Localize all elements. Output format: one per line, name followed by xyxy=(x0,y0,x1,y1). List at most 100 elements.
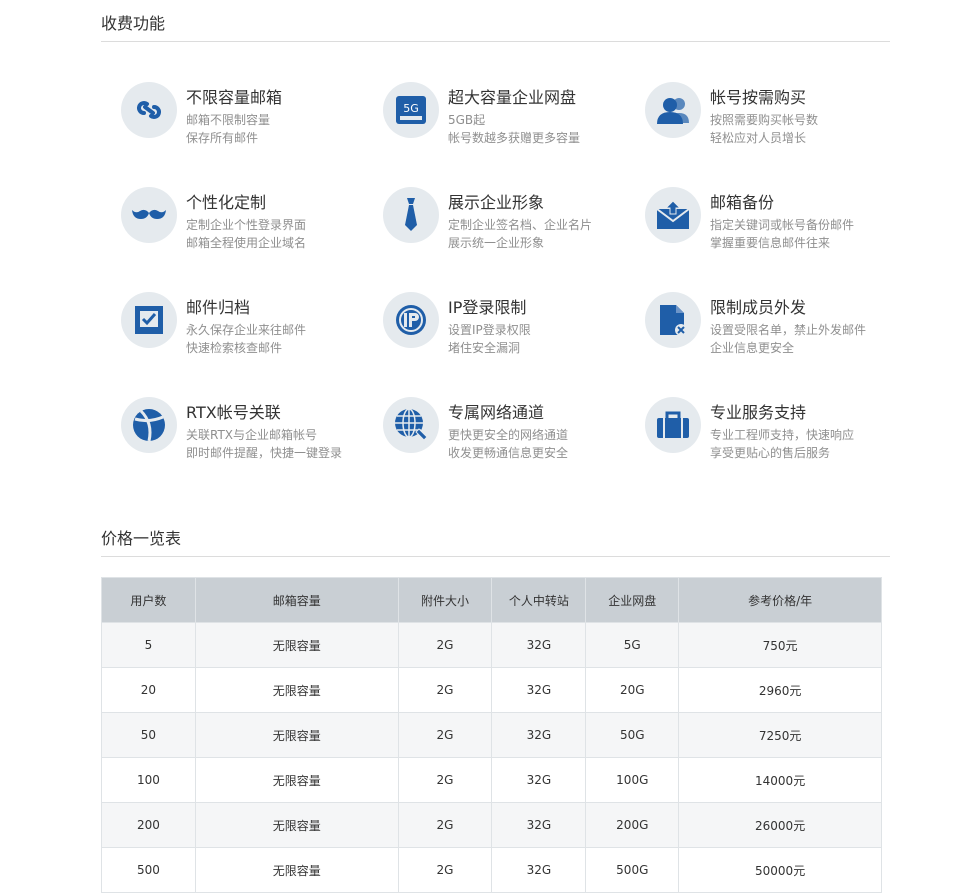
feature-desc: 永久保存企业来往邮件 xyxy=(186,323,307,337)
feature-dedicated-network: 专属网络通道 更快更安全的网络通道 收发更畅通信息更安全 xyxy=(383,397,633,467)
archive-check-icon xyxy=(121,292,177,348)
feature-title: IP登录限制 xyxy=(448,298,527,317)
drive-icon-label: 5G xyxy=(403,102,419,115)
cell-users: 500 xyxy=(101,847,196,893)
feature-desc: 更快更安全的网络通道 xyxy=(448,428,569,442)
cell-capacity: 无限容量 xyxy=(194,847,399,893)
feature-title: 不限容量邮箱 xyxy=(186,88,283,107)
feature-desc: 关联RTX与企业邮箱帐号 xyxy=(186,428,318,442)
cell-price: 7250元 xyxy=(678,712,882,758)
cell-attachment: 2G xyxy=(397,667,493,713)
feature-title: 限制成员外发 xyxy=(710,298,807,317)
header-mailbox-capacity: 邮箱容量 xyxy=(194,577,399,623)
feature-desc: 即时邮件提醒，快捷一键登录 xyxy=(186,446,343,460)
cell-price: 2960元 xyxy=(678,667,882,713)
feature-rtx-link: RTX帐号关联 关联RTX与企业邮箱帐号 即时邮件提醒，快捷一键登录 xyxy=(121,397,371,467)
link-icon xyxy=(121,82,177,138)
cell-users: 100 xyxy=(101,757,196,803)
cell-drive: 100G xyxy=(585,757,680,803)
cell-price: 14000元 xyxy=(678,757,882,803)
feature-title: 专属网络通道 xyxy=(448,403,545,422)
table-header-row: 用户数 邮箱容量 附件大小 个人中转站 企业网盘 参考价格/年 xyxy=(101,577,882,623)
feature-mail-backup: 邮箱备份 指定关键词或帐号备份邮件 掌握重要信息邮件往来 xyxy=(645,187,895,257)
tie-icon xyxy=(383,187,439,243)
feature-desc: 指定关键词或帐号备份邮件 xyxy=(710,218,855,232)
cell-capacity: 无限容量 xyxy=(194,757,399,803)
briefcase-icon xyxy=(645,397,701,453)
header-enterprise-drive: 企业网盘 xyxy=(585,577,680,623)
feature-title: 超大容量企业网盘 xyxy=(448,88,577,107)
section-title-paid-features: 收费功能 xyxy=(101,14,166,33)
table-row: 500 无限容量 2G 32G 500G 50000元 xyxy=(101,847,882,893)
feature-title: 帐号按需购买 xyxy=(710,88,807,107)
feature-title: 邮箱备份 xyxy=(710,193,775,212)
feature-desc: 设置IP登录权限 xyxy=(448,323,531,337)
feature-desc: 专业工程师支持，快速响应 xyxy=(710,428,855,442)
cell-users: 200 xyxy=(101,802,196,848)
feature-desc: 展示统一企业形象 xyxy=(448,236,545,250)
cell-capacity: 无限容量 xyxy=(194,667,399,713)
feature-mail-archive: 邮件归档 永久保存企业来往邮件 快速检索核查邮件 xyxy=(121,292,371,362)
price-table: 用户数 邮箱容量 附件大小 个人中转站 企业网盘 参考价格/年 5 无限容量 2… xyxy=(101,577,882,893)
rtx-ball-icon xyxy=(121,397,177,453)
cell-users: 20 xyxy=(101,667,196,713)
feature-customization: 个性化定制 定制企业个性登录界面 邮箱全程使用企业域名 xyxy=(121,187,371,257)
section-divider xyxy=(101,41,890,42)
cell-transfer: 32G xyxy=(491,802,587,848)
feature-title: 邮件归档 xyxy=(186,298,251,317)
header-transfer-station: 个人中转站 xyxy=(491,577,587,623)
header-price: 参考价格/年 xyxy=(678,577,882,623)
feature-desc: 收发更畅通信息更安全 xyxy=(448,446,569,460)
cell-transfer: 32G xyxy=(491,712,587,758)
table-row: 50 无限容量 2G 32G 50G 7250元 xyxy=(101,712,882,758)
mustache-icon xyxy=(121,187,177,243)
feature-desc: 定制企业个性登录界面 xyxy=(186,218,307,232)
feature-title: RTX帐号关联 xyxy=(186,403,281,422)
feature-professional-support: 专业服务支持 专业工程师支持，快速响应 享受更贴心的售后服务 xyxy=(645,397,895,467)
feature-title: 个性化定制 xyxy=(186,193,267,212)
feature-desc: 帐号数越多获赠更多容量 xyxy=(448,131,581,145)
table-row: 200 无限容量 2G 32G 200G 26000元 xyxy=(101,802,882,848)
cell-users: 5 xyxy=(101,622,196,668)
table-row: 100 无限容量 2G 32G 100G 14000元 xyxy=(101,757,882,803)
cell-capacity: 无限容量 xyxy=(194,622,399,668)
cell-capacity: 无限容量 xyxy=(194,802,399,848)
users-icon xyxy=(645,82,701,138)
feature-unlimited-mailbox: 不限容量邮箱 邮箱不限制容量 保存所有邮件 xyxy=(121,82,371,152)
feature-desc: 企业信息更安全 xyxy=(710,341,795,355)
feature-desc: 5GB起 xyxy=(448,113,486,127)
cell-price: 26000元 xyxy=(678,802,882,848)
feature-desc: 按照需要购买帐号数 xyxy=(710,113,819,127)
file-block-icon xyxy=(645,292,701,348)
cell-transfer: 32G xyxy=(491,847,587,893)
mail-backup-icon xyxy=(645,187,701,243)
cell-drive: 5G xyxy=(585,622,680,668)
globe-wrench-icon xyxy=(383,397,439,453)
feature-title: 专业服务支持 xyxy=(710,403,807,422)
feature-desc: 掌握重要信息邮件往来 xyxy=(710,236,831,250)
cell-attachment: 2G xyxy=(397,622,493,668)
feature-desc: 设置受限名单，禁止外发邮件 xyxy=(710,323,867,337)
header-users: 用户数 xyxy=(101,577,196,623)
cell-users: 50 xyxy=(101,712,196,758)
header-attachment-size: 附件大小 xyxy=(397,577,493,623)
feature-title: 展示企业形象 xyxy=(448,193,545,212)
feature-ip-restriction: IP登录限制 设置IP登录权限 堵住安全漏洞 xyxy=(383,292,633,362)
cell-transfer: 32G xyxy=(491,622,587,668)
cell-drive: 50G xyxy=(585,712,680,758)
section-divider xyxy=(101,556,890,557)
feature-desc: 快速检索核查邮件 xyxy=(186,341,283,355)
feature-desc: 保存所有邮件 xyxy=(186,131,259,145)
cell-attachment: 2G xyxy=(397,802,493,848)
feature-desc: 堵住安全漏洞 xyxy=(448,341,521,355)
cell-attachment: 2G xyxy=(397,757,493,803)
ip-restrict-icon xyxy=(383,292,439,348)
cell-transfer: 32G xyxy=(491,757,587,803)
feature-desc: 邮箱全程使用企业域名 xyxy=(186,236,307,250)
feature-desc: 享受更贴心的售后服务 xyxy=(710,446,831,460)
cell-drive: 500G xyxy=(585,847,680,893)
table-row: 5 无限容量 2G 32G 5G 750元 xyxy=(101,622,882,668)
cell-capacity: 无限容量 xyxy=(194,712,399,758)
feature-enterprise-image: 展示企业形象 定制企业签名档、企业名片 展示统一企业形象 xyxy=(383,187,633,257)
cell-attachment: 2G xyxy=(397,847,493,893)
